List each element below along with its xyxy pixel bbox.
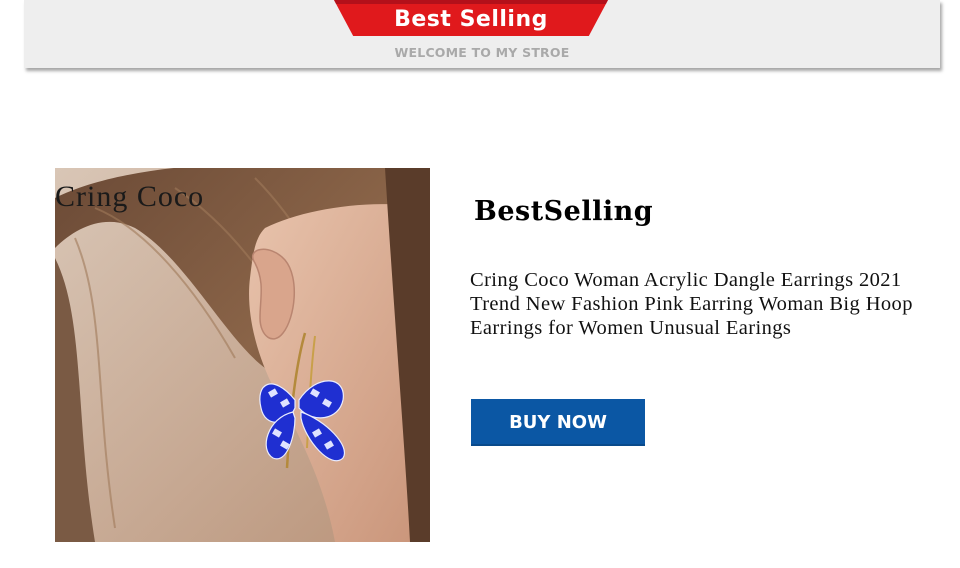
welcome-subtitle: WELCOME TO MY STROE (394, 45, 570, 60)
image-brand-watermark: Cring Coco (55, 180, 205, 213)
store-banner: Best Selling WELCOME TO MY STROE (24, 0, 940, 68)
earring-model-illustration (55, 168, 430, 542)
best-selling-ribbon: Best Selling (334, 0, 608, 36)
ribbon-title: Best Selling (394, 6, 548, 32)
section-title: BestSelling (474, 196, 654, 227)
buy-now-button[interactable]: BUY NOW (471, 399, 645, 446)
product-description: Cring Coco Woman Acrylic Dangle Earrings… (470, 269, 913, 339)
product-image[interactable]: Cring Coco (55, 168, 430, 542)
